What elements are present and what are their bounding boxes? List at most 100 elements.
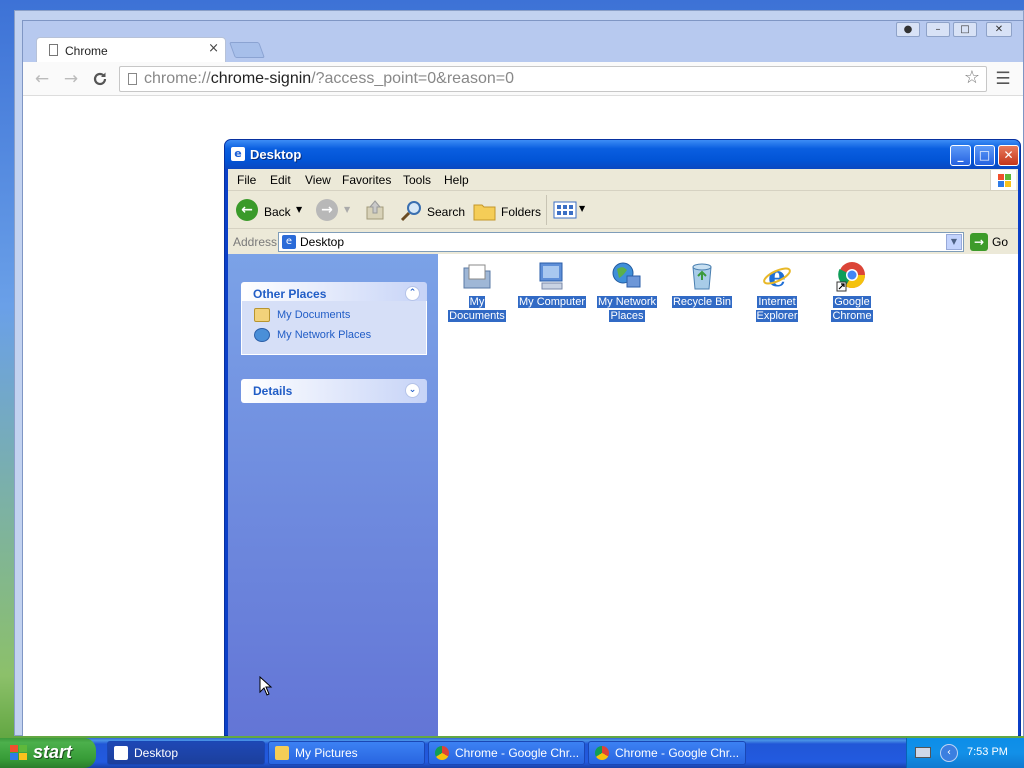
desktop-item-label: My Computer xyxy=(517,296,587,308)
menu-favorites[interactable]: Favorites xyxy=(342,173,391,187)
clock[interactable]: 7:53 PM xyxy=(967,746,1008,758)
desktop-item-my-computer[interactable]: My Computer xyxy=(515,257,589,327)
chrome-close-button[interactable]: ✕ xyxy=(986,22,1012,37)
views-button[interactable]: ▼ xyxy=(553,199,587,221)
internet-explorer-icon: e xyxy=(763,260,791,292)
start-label: start xyxy=(33,742,73,762)
url-host: chrome-signin xyxy=(210,70,312,87)
address-value: Desktop xyxy=(300,235,345,249)
folder-icon xyxy=(275,746,289,760)
explorer-title: Desktop xyxy=(250,147,302,162)
forward-dropdown-icon[interactable]: ▼ xyxy=(344,205,350,214)
views-dropdown-icon: ▼ xyxy=(579,204,586,213)
network-globe-icon xyxy=(254,328,270,342)
taskbar-item-chrome-1[interactable]: Chrome - Google Chr... xyxy=(428,741,585,765)
chrome-profile-button[interactable]: ● xyxy=(896,22,920,37)
toolbar-divider xyxy=(546,195,547,225)
desktop-item-label: My Documents xyxy=(448,296,506,322)
menu-help[interactable]: Help xyxy=(444,173,469,187)
back-arrow-icon[interactable]: ← xyxy=(31,68,53,90)
desktop-item-label: Recycle Bin xyxy=(671,296,733,308)
windows-flag-icon xyxy=(990,170,1016,190)
mouse-cursor-icon xyxy=(259,676,273,696)
taskbar-item-label: Chrome - Google Chr... xyxy=(615,746,740,760)
taskbar-item-label: My Pictures xyxy=(295,746,358,760)
omnibox[interactable]: chrome://chrome-signin/?access_point=0&r… xyxy=(119,66,987,92)
tab-close-icon[interactable]: × xyxy=(208,41,219,56)
details-header[interactable]: Details ⌄ xyxy=(241,379,427,403)
menu-bar: File Edit View Favorites Tools Help xyxy=(228,169,1018,191)
desktop-item-label: Google Chrome xyxy=(831,296,873,322)
desktop-item-google-chrome[interactable]: Google Chrome xyxy=(815,257,889,327)
taskbar-item-label: Chrome - Google Chr... xyxy=(455,746,580,760)
desktop-items-view: My Documents My Computer My Network Plac… xyxy=(438,254,1018,736)
folders-icon xyxy=(473,204,496,221)
chrome-menu-icon[interactable]: ☰ xyxy=(992,68,1014,90)
start-button[interactable]: start xyxy=(0,738,96,768)
back-dropdown-icon[interactable]: ▼ xyxy=(296,205,302,214)
up-folder-icon[interactable] xyxy=(365,199,385,221)
go-button[interactable]: → Go xyxy=(970,232,1016,252)
chrome-maximize-button[interactable]: □ xyxy=(953,22,977,37)
explorer-close-button[interactable]: ✕ xyxy=(998,145,1019,166)
explorer-maximize-button[interactable]: □ xyxy=(974,145,995,166)
menu-view[interactable]: View xyxy=(305,173,331,187)
folders-button[interactable]: Folders xyxy=(471,197,541,223)
back-button[interactable]: ← Back ▼ xyxy=(234,197,304,223)
menu-edit[interactable]: Edit xyxy=(270,173,291,187)
desktop-item-my-network-places[interactable]: My Network Places xyxy=(590,257,664,327)
show-hidden-icons-icon[interactable]: ‹ xyxy=(940,744,958,762)
recycle-bin-icon xyxy=(692,263,712,290)
address-dropdown-icon[interactable]: ▼ xyxy=(946,234,962,250)
address-label: Address xyxy=(233,235,278,249)
chrome-tab-title: Chrome xyxy=(65,44,108,58)
explorer-toolbar: ← Back ▼ → ▼ Search Folders ▼ xyxy=(228,191,1018,229)
chrome-minimize-button[interactable]: – xyxy=(926,22,950,37)
menu-file[interactable]: File xyxy=(237,173,256,187)
place-label: My Network Places xyxy=(277,329,372,341)
ie-folder-icon: e xyxy=(231,147,245,161)
forward-arrow-icon[interactable]: → xyxy=(60,68,82,90)
new-tab-button[interactable] xyxy=(229,42,265,58)
forward-icon[interactable]: → xyxy=(316,199,338,221)
task-pane: Other Places ⌃ My Documents My Network P… xyxy=(228,254,438,736)
keyboard-icon[interactable] xyxy=(915,747,931,758)
taskbar-item-chrome-2[interactable]: Chrome - Google Chr... xyxy=(588,741,746,765)
search-button[interactable]: Search xyxy=(398,197,466,223)
url-scheme: chrome:// xyxy=(144,70,211,87)
collapse-chevron-icon[interactable]: ⌃ xyxy=(405,286,420,301)
expand-chevron-icon[interactable]: ⌄ xyxy=(405,383,420,398)
place-label: My Documents xyxy=(277,309,351,321)
explorer-titlebar[interactable]: e Desktop xyxy=(225,140,1020,169)
address-input[interactable]: e Desktop ▼ xyxy=(278,232,964,252)
network-places-icon xyxy=(612,262,641,288)
search-icon xyxy=(400,201,421,222)
windows-logo-icon xyxy=(10,745,28,761)
address-bar: Address e Desktop ▼ → Go xyxy=(228,230,1018,254)
back-icon: ← xyxy=(236,199,258,221)
my-documents-icon xyxy=(463,264,491,289)
chrome-tab[interactable]: Chrome × xyxy=(36,37,226,63)
person-icon: ● xyxy=(903,24,913,35)
my-computer-icon xyxy=(539,262,563,290)
page-info-icon xyxy=(128,73,137,85)
desktop-window-icon xyxy=(114,746,128,760)
omnibox-url: chrome://chrome-signin/?access_point=0&r… xyxy=(144,70,514,88)
reload-icon[interactable] xyxy=(89,68,111,90)
chrome-icon xyxy=(435,746,449,760)
desktop-item-my-documents[interactable]: My Documents xyxy=(440,257,514,327)
menu-tools[interactable]: Tools xyxy=(403,173,431,187)
explorer-body: File Edit View Favorites Tools Help ← Ba… xyxy=(228,169,1018,736)
documents-folder-icon xyxy=(254,308,270,322)
taskbar-item-desktop[interactable]: Desktop xyxy=(107,741,265,765)
explorer-minimize-button[interactable]: _ xyxy=(950,145,971,166)
desktop-location-icon: e xyxy=(282,235,296,249)
desktop-item-internet-explorer[interactable]: e Internet Explorer xyxy=(740,257,814,327)
google-chrome-icon xyxy=(836,262,866,292)
explorer-window[interactable]: e Desktop _ □ ✕ File Edit View Favorites… xyxy=(224,139,1021,736)
taskbar-item-my-pictures[interactable]: My Pictures xyxy=(268,741,425,765)
bookmark-star-icon[interactable]: ☆ xyxy=(964,67,980,88)
desktop-item-recycle-bin[interactable]: Recycle Bin xyxy=(665,257,739,327)
chrome-icon xyxy=(595,746,609,760)
other-places-title: Other Places xyxy=(253,287,327,301)
